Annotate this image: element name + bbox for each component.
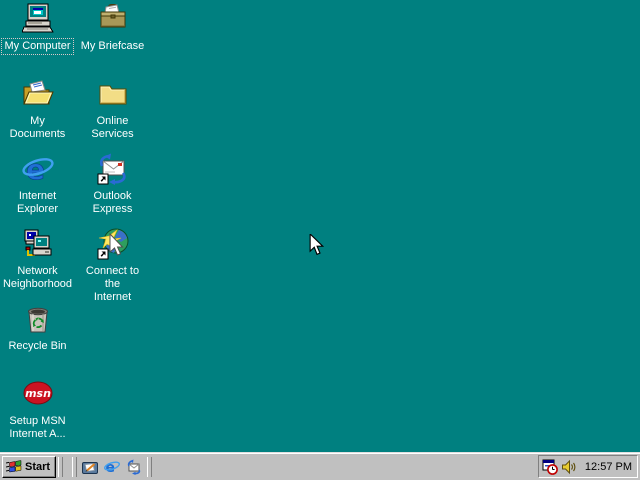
outlook-express-small-icon bbox=[127, 459, 141, 475]
desktop[interactable]: My Computer My Documents e Internet Expl… bbox=[0, 0, 640, 452]
desktop-icon-online-services[interactable]: Online Services bbox=[75, 78, 150, 143]
toolbar-handle[interactable] bbox=[147, 456, 153, 477]
msn-icon: msn bbox=[23, 381, 52, 405]
quick-launch-internet-explorer-button[interactable]: e bbox=[102, 457, 122, 477]
desktop-icon-setup-msn[interactable]: msn Setup MSN Internet A... bbox=[0, 378, 75, 443]
icon-label: Setup MSN Internet A... bbox=[9, 415, 66, 440]
desktop-icon-my-briefcase[interactable]: My Briefcase bbox=[75, 3, 150, 55]
icon-label: Connect to the Internet bbox=[85, 265, 140, 303]
icon-label: Internet Explorer bbox=[17, 190, 58, 215]
icon-label: Network Neighborhood bbox=[2, 265, 73, 290]
windows-logo-icon bbox=[6, 460, 22, 473]
icon-label: My Briefcase bbox=[80, 40, 145, 52]
internet-explorer-small-icon: e bbox=[104, 460, 121, 475]
desktop-icon-connect-to-internet[interactable]: Connect to the Internet bbox=[75, 228, 150, 306]
taskbar: Start e 12:57 PM bbox=[0, 452, 640, 480]
icon-label: My Documents bbox=[9, 115, 66, 140]
desktop-icon-outlook-express[interactable]: Outlook Express bbox=[75, 153, 150, 218]
toolbar-handle[interactable] bbox=[58, 456, 64, 477]
desktop-icon-network-neighborhood[interactable]: Network Neighborhood bbox=[0, 228, 75, 293]
show-desktop-icon bbox=[82, 461, 99, 474]
svg-text:msn: msn bbox=[25, 387, 51, 400]
open-folder-icon bbox=[22, 80, 54, 105]
briefcase-icon bbox=[100, 4, 125, 28]
desktop-icon-internet-explorer[interactable]: e Internet Explorer bbox=[0, 153, 75, 218]
icon-label: Outlook Express bbox=[92, 190, 133, 215]
svg-text:e: e bbox=[26, 153, 45, 185]
start-button[interactable]: Start bbox=[2, 455, 57, 478]
desktop-icon-my-computer[interactable]: My Computer bbox=[0, 3, 75, 55]
internet-explorer-icon: e bbox=[21, 153, 54, 185]
desktop-icon-my-documents[interactable]: My Documents bbox=[0, 78, 75, 143]
my-computer-icon bbox=[21, 3, 54, 33]
recycle-bin-icon bbox=[27, 307, 48, 333]
task-scheduler-tray-icon[interactable] bbox=[542, 459, 558, 475]
quick-launch-outlook-express-button[interactable] bbox=[124, 457, 144, 477]
system-tray: 12:57 PM bbox=[537, 455, 638, 478]
tray-clock[interactable]: 12:57 PM bbox=[585, 461, 632, 473]
outlook-express-icon bbox=[97, 153, 126, 185]
quick-launch-handle[interactable] bbox=[72, 456, 78, 477]
desktop-icon-recycle-bin[interactable]: Recycle Bin bbox=[0, 303, 75, 355]
icon-label: Recycle Bin bbox=[8, 340, 67, 352]
icon-label: My Computer bbox=[1, 38, 74, 55]
quick-launch-show-desktop-button[interactable] bbox=[80, 457, 100, 477]
network-neighborhood-icon bbox=[24, 229, 51, 256]
volume-tray-icon[interactable] bbox=[561, 459, 577, 475]
folder-icon bbox=[99, 85, 126, 105]
connect-internet-icon bbox=[97, 228, 128, 260]
icon-label: Online Services bbox=[91, 115, 134, 140]
start-button-label: Start bbox=[25, 460, 51, 473]
